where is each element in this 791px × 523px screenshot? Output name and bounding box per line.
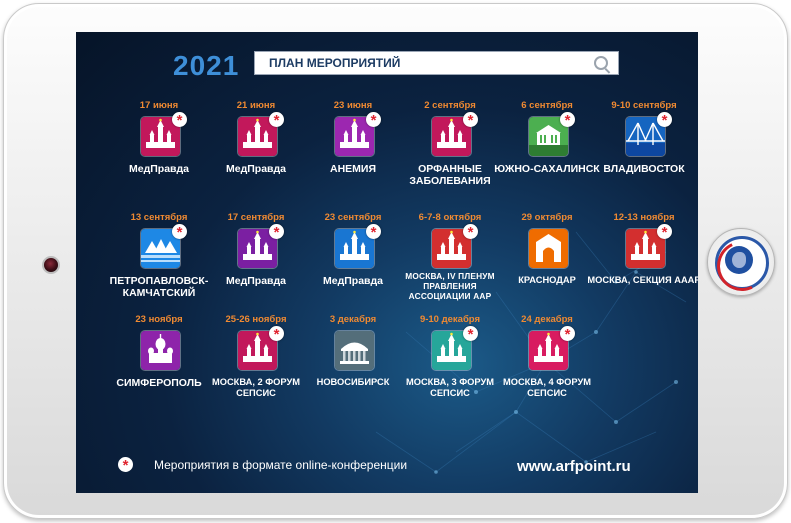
event-item[interactable]: 24 декабря * МОСКВА, 4 ФОРУМ СЕПСИС: [492, 314, 602, 414]
online-badge-star: *: [273, 224, 280, 241]
legend-text: Мероприятия в формате online-конференции: [154, 458, 408, 472]
event-item[interactable]: 9-10 сентября * ВЛАДИВОСТОК: [589, 100, 698, 200]
event-item[interactable]: 3 декабря НОВОСИБИРСК: [298, 314, 408, 414]
search-title: ПЛАН МЕРОПРИЯТИЙ: [269, 56, 401, 70]
event-date: 17 июня: [139, 100, 179, 111]
year-title: 2021: [173, 50, 240, 81]
online-badge-star: *: [176, 112, 183, 129]
event-label: МОСКВА, СЕКЦИЯ АААР: [587, 275, 698, 285]
event-date: 6 сентября: [521, 100, 573, 111]
online-badge-star: *: [467, 224, 474, 241]
search-bar[interactable]: ПЛАН МЕРОПРИЯТИЙ: [254, 51, 619, 75]
online-badge-star: *: [370, 224, 377, 241]
online-badge-icon: *: [366, 112, 381, 129]
camera-icon: [42, 256, 60, 274]
website-link[interactable]: www.arfpoint.ru: [517, 458, 631, 475]
schedule-screen: 2021 ПЛАН МЕРОПРИЯТИЙ 17 июня * МедПравд…: [76, 32, 698, 493]
online-badge-icon: *: [463, 224, 478, 241]
online-badge-icon: *: [657, 112, 672, 129]
event-item[interactable]: 12-13 ноября * МОСКВА, СЕКЦИЯ АААР: [587, 212, 698, 312]
search-icon[interactable]: [594, 56, 608, 70]
event-item[interactable]: 25-26 ноября * МОСКВА, 2 ФОРУМ СЕПСИС: [201, 314, 311, 414]
event-date: 9-10 декабря: [419, 314, 481, 325]
online-badge-icon: *: [463, 326, 478, 343]
event-date: 3 декабря: [329, 314, 377, 325]
online-badge-star: *: [370, 112, 377, 129]
online-badge-icon: *: [366, 224, 381, 241]
tablet-frame: 2021 ПЛАН МЕРОПРИЯТИЙ 17 июня * МедПравд…: [3, 3, 788, 519]
online-badge-star: *: [176, 224, 183, 241]
online-badge-star: *: [564, 326, 571, 343]
online-badge-star: *: [122, 457, 129, 474]
cathedral-icon[interactable]: [140, 330, 181, 371]
theater-icon[interactable]: [334, 330, 375, 371]
online-badge-icon: *: [172, 224, 187, 241]
event-item[interactable]: 9-10 декабря * МОСКВА, 3 ФОРУМ СЕПСИС: [395, 314, 505, 414]
event-date: 25-26 ноября: [225, 314, 287, 325]
event-item[interactable]: 6-7-8 октября * МОСКВА, IV ПЛЕНУМ ПРАВЛЕ…: [395, 212, 505, 312]
event-item[interactable]: 17 июня * МедПравда: [104, 100, 214, 200]
event-date: 9-10 сентября: [611, 100, 677, 111]
arch-icon[interactable]: [528, 228, 569, 269]
online-badge-icon: *: [269, 326, 284, 343]
event-item[interactable]: 6 сентября * ЮЖНО-САХАЛИНСК: [492, 100, 602, 200]
online-badge-star: *: [273, 112, 280, 129]
event-item[interactable]: 2 сентября * ОРФАННЫЕ ЗАБОЛЕВАНИЯ: [395, 100, 505, 200]
event-item[interactable]: 29 октября КРАСНОДАР: [492, 212, 602, 312]
event-item[interactable]: 13 сентября * ПЕТРОПАВЛОВСК-КАМЧАТСКИЙ: [104, 212, 214, 312]
event-date: 29 октября: [521, 212, 573, 223]
online-badge-star: *: [467, 112, 474, 129]
logo-portrait: [725, 246, 753, 274]
online-badge-icon: *: [560, 326, 575, 343]
association-logo-icon: [707, 228, 775, 299]
event-date: 23 сентября: [324, 212, 382, 223]
online-badge-icon: *: [172, 112, 187, 129]
event-label: ВЛАДИВОСТОК: [603, 163, 685, 175]
online-badge-star: *: [564, 112, 571, 129]
event-date: 12-13 ноября: [613, 212, 675, 223]
event-item[interactable]: 21 июня * МедПравда: [201, 100, 311, 200]
event-date: 2 сентября: [424, 100, 476, 111]
event-item[interactable]: 17 сентября * МедПравда: [201, 212, 311, 312]
event-date: 23 июня: [333, 100, 373, 111]
event-date: 6-7-8 октября: [418, 212, 482, 223]
event-date: 23 ноября: [135, 314, 183, 325]
online-badge-icon: *: [657, 224, 672, 241]
online-badge-icon: *: [118, 457, 133, 474]
online-badge-icon: *: [269, 112, 284, 129]
event-date: 13 сентября: [130, 212, 188, 223]
online-badge-star: *: [661, 112, 668, 129]
event-date: 24 декабря: [521, 314, 573, 325]
event-item[interactable]: 23 ноября СИМФЕРОПОЛЬ: [104, 314, 214, 414]
event-date: 17 сентября: [227, 212, 285, 223]
online-badge-star: *: [273, 326, 280, 343]
online-badge-icon: *: [463, 112, 478, 129]
online-badge-star: *: [467, 326, 474, 343]
event-label: МОСКВА, 4 ФОРУМ СЕПСИС: [502, 377, 592, 398]
online-badge-icon: *: [269, 224, 284, 241]
online-badge-icon: *: [560, 112, 575, 129]
online-badge-star: *: [661, 224, 668, 241]
event-date: 21 июня: [236, 100, 276, 111]
